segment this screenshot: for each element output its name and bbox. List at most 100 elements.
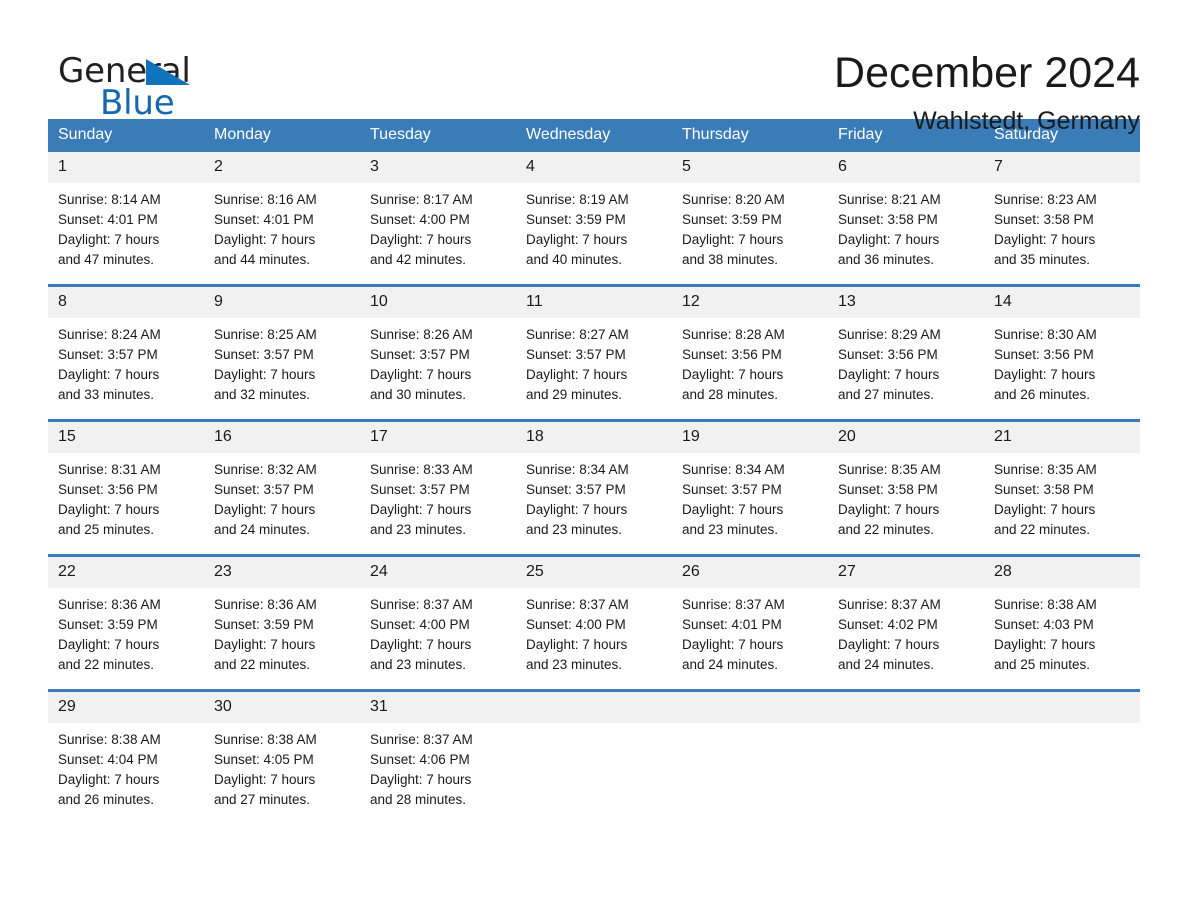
sunrise-text: Sunrise: 8:37 AM (526, 597, 629, 612)
calendar-day-cell[interactable]: 13 Sunrise: 8:29 AM Sunset: 3:56 PM Dayligh… (828, 284, 984, 421)
calendar-day-cell[interactable]: 28 Sunrise: 8:38 AM Sunset: 4:03 PM Dayligh… (984, 554, 1140, 691)
calendar-day-cell[interactable]: 7 Sunrise: 8:23 AM Sunset: 3:58 PM Daylight… (984, 152, 1140, 286)
sunset-text: Sunset: 3:57 PM (682, 482, 782, 497)
calendar-day-cell[interactable]: 25 Sunrise: 8:37 AM Sunset: 4:00 PM Dayligh… (516, 554, 672, 691)
calendar-week-row: 8 Sunrise: 8:24 AM Sunset: 3:57 PM Daylight… (48, 284, 1140, 421)
calendar-day-cell[interactable]: 19 Sunrise: 8:34 AM Sunset: 3:57 PM Dayligh… (672, 419, 828, 556)
day-cell-content: 26 Sunrise: 8:37 AM Sunset: 4:01 PM Dayligh… (672, 557, 828, 689)
sunrise-text: Sunrise: 8:30 AM (994, 327, 1097, 342)
calendar-day-cell[interactable]: 21 Sunrise: 8:35 AM Sunset: 3:58 PM Dayligh… (984, 419, 1140, 556)
day-number: 19 (672, 422, 828, 453)
day-number: 17 (360, 422, 516, 453)
daylight-text-line2: and 23 minutes. (682, 522, 779, 537)
sunrise-text: Sunrise: 8:36 AM (58, 597, 161, 612)
calendar-day-cell[interactable]: 8 Sunrise: 8:24 AM Sunset: 3:57 PM Daylight… (48, 284, 204, 421)
weekday-header-tuesday: Tuesday (360, 119, 516, 152)
day-cell-content: 18 Sunrise: 8:34 AM Sunset: 3:57 PM Dayligh… (516, 422, 672, 554)
day-cell-content (672, 692, 828, 824)
daylight-text-line2: and 44 minutes. (214, 252, 311, 267)
daylight-text-line1: Daylight: 7 hours (214, 637, 316, 652)
sunset-text: Sunset: 4:04 PM (58, 752, 158, 767)
general-blue-logo: General Blue (48, 46, 208, 124)
calendar-body: 1 Sunrise: 8:14 AM Sunset: 4:01 PM Daylight… (48, 152, 1140, 824)
calendar-day-cell[interactable]: 14 Sunrise: 8:30 AM Sunset: 3:56 PM Dayligh… (984, 284, 1140, 421)
daylight-text-line1: Daylight: 7 hours (682, 637, 784, 652)
calendar-day-cell[interactable]: 11 Sunrise: 8:27 AM Sunset: 3:57 PM Dayligh… (516, 284, 672, 421)
sunset-text: Sunset: 3:58 PM (994, 482, 1094, 497)
day-number: 4 (516, 152, 672, 183)
calendar-day-cell[interactable]: 4 Sunrise: 8:19 AM Sunset: 3:59 PM Daylight… (516, 152, 672, 286)
day-number: 3 (360, 152, 516, 183)
day-cell-content: 8 Sunrise: 8:24 AM Sunset: 3:57 PM Daylight… (48, 287, 204, 419)
daylight-text-line1: Daylight: 7 hours (682, 367, 784, 382)
calendar-day-cell[interactable]: 29 Sunrise: 8:38 AM Sunset: 4:04 PM Dayligh… (48, 689, 204, 824)
calendar-day-cell[interactable]: 20 Sunrise: 8:35 AM Sunset: 3:58 PM Dayligh… (828, 419, 984, 556)
weekday-header-thursday: Thursday (672, 119, 828, 152)
daylight-text-line2: and 28 minutes. (370, 792, 467, 807)
calendar-day-cell[interactable]: 22 Sunrise: 8:36 AM Sunset: 3:59 PM Dayligh… (48, 554, 204, 691)
day-number: 26 (672, 557, 828, 588)
daylight-text-line2: and 22 minutes. (994, 522, 1091, 537)
calendar-day-cell[interactable]: 9 Sunrise: 8:25 AM Sunset: 3:57 PM Daylight… (204, 284, 360, 421)
calendar-day-cell[interactable]: 1 Sunrise: 8:14 AM Sunset: 4:01 PM Daylight… (48, 152, 204, 286)
sunrise-text: Sunrise: 8:34 AM (526, 462, 629, 477)
sunrise-text: Sunrise: 8:38 AM (58, 732, 161, 747)
calendar-day-cell[interactable]: 31 Sunrise: 8:37 AM Sunset: 4:06 PM Dayligh… (360, 689, 516, 824)
calendar-week-row: 22 Sunrise: 8:36 AM Sunset: 3:59 PM Dayligh… (48, 554, 1140, 691)
calendar-day-cell[interactable]: 6 Sunrise: 8:21 AM Sunset: 3:58 PM Daylight… (828, 152, 984, 286)
daylight-text-line2: and 40 minutes. (526, 252, 623, 267)
daylight-text-line1: Daylight: 7 hours (370, 637, 472, 652)
day-cell-content: 23 Sunrise: 8:36 AM Sunset: 3:59 PM Dayligh… (204, 557, 360, 689)
day-sun-info: Sunrise: 8:30 AM Sunset: 3:56 PM Daylight:… (984, 318, 1140, 405)
day-sun-info: Sunrise: 8:28 AM Sunset: 3:56 PM Daylight:… (672, 318, 828, 405)
day-number (828, 692, 984, 723)
day-number: 2 (204, 152, 360, 183)
calendar-day-cell[interactable]: 30 Sunrise: 8:38 AM Sunset: 4:05 PM Dayligh… (204, 689, 360, 824)
day-sun-info: Sunrise: 8:27 AM Sunset: 3:57 PM Daylight:… (516, 318, 672, 405)
calendar-day-cell[interactable]: 5 Sunrise: 8:20 AM Sunset: 3:59 PM Daylight… (672, 152, 828, 286)
calendar-day-cell[interactable]: 18 Sunrise: 8:34 AM Sunset: 3:57 PM Dayligh… (516, 419, 672, 556)
calendar-day-cell[interactable]: 27 Sunrise: 8:37 AM Sunset: 4:02 PM Dayligh… (828, 554, 984, 691)
sunrise-text: Sunrise: 8:33 AM (370, 462, 473, 477)
calendar-day-cell[interactable]: 3 Sunrise: 8:17 AM Sunset: 4:00 PM Daylight… (360, 152, 516, 286)
daylight-text-line1: Daylight: 7 hours (526, 367, 628, 382)
daylight-text-line1: Daylight: 7 hours (370, 367, 472, 382)
calendar-day-cell[interactable]: 16 Sunrise: 8:32 AM Sunset: 3:57 PM Dayligh… (204, 419, 360, 556)
daylight-text-line1: Daylight: 7 hours (994, 367, 1096, 382)
day-sun-info: Sunrise: 8:37 AM Sunset: 4:00 PM Daylight:… (516, 588, 672, 675)
day-sun-info: Sunrise: 8:26 AM Sunset: 3:57 PM Daylight:… (360, 318, 516, 405)
calendar-day-cell[interactable]: 10 Sunrise: 8:26 AM Sunset: 3:57 PM Dayligh… (360, 284, 516, 421)
day-sun-info: Sunrise: 8:38 AM Sunset: 4:04 PM Daylight:… (48, 723, 204, 810)
day-cell-content: 22 Sunrise: 8:36 AM Sunset: 3:59 PM Dayligh… (48, 557, 204, 689)
calendar-day-cell[interactable]: 26 Sunrise: 8:37 AM Sunset: 4:01 PM Dayligh… (672, 554, 828, 691)
sunrise-text: Sunrise: 8:27 AM (526, 327, 629, 342)
daylight-text-line1: Daylight: 7 hours (526, 502, 628, 517)
calendar-page: General Blue December 2024 Wahlstedt, Ge… (0, 0, 1188, 918)
calendar-day-cell[interactable]: 17 Sunrise: 8:33 AM Sunset: 3:57 PM Dayligh… (360, 419, 516, 556)
daylight-text-line1: Daylight: 7 hours (370, 502, 472, 517)
day-number: 24 (360, 557, 516, 588)
sunset-text: Sunset: 3:58 PM (838, 212, 938, 227)
calendar-day-cell[interactable]: 23 Sunrise: 8:36 AM Sunset: 3:59 PM Dayligh… (204, 554, 360, 691)
calendar-day-cell[interactable]: 24 Sunrise: 8:37 AM Sunset: 4:00 PM Dayligh… (360, 554, 516, 691)
sunrise-text: Sunrise: 8:35 AM (994, 462, 1097, 477)
day-number: 23 (204, 557, 360, 588)
day-cell-content: 14 Sunrise: 8:30 AM Sunset: 3:56 PM Dayligh… (984, 287, 1140, 419)
sunrise-text: Sunrise: 8:36 AM (214, 597, 317, 612)
day-number (672, 692, 828, 723)
calendar-day-cell[interactable]: 12 Sunrise: 8:28 AM Sunset: 3:56 PM Dayligh… (672, 284, 828, 421)
day-cell-content: 25 Sunrise: 8:37 AM Sunset: 4:00 PM Dayligh… (516, 557, 672, 689)
sunset-text: Sunset: 3:59 PM (58, 617, 158, 632)
daylight-text-line2: and 27 minutes. (214, 792, 311, 807)
day-cell-content: 24 Sunrise: 8:37 AM Sunset: 4:00 PM Dayligh… (360, 557, 516, 689)
sunset-text: Sunset: 4:01 PM (682, 617, 782, 632)
calendar-day-cell[interactable]: 2 Sunrise: 8:16 AM Sunset: 4:01 PM Daylight… (204, 152, 360, 286)
day-sun-info: Sunrise: 8:34 AM Sunset: 3:57 PM Daylight:… (516, 453, 672, 540)
sunset-text: Sunset: 3:59 PM (214, 617, 314, 632)
day-number: 7 (984, 152, 1140, 183)
day-cell-content: 13 Sunrise: 8:29 AM Sunset: 3:56 PM Dayligh… (828, 287, 984, 419)
daylight-text-line2: and 24 minutes. (682, 657, 779, 672)
daylight-text-line2: and 28 minutes. (682, 387, 779, 402)
calendar-day-cell[interactable]: 15 Sunrise: 8:31 AM Sunset: 3:56 PM Dayligh… (48, 419, 204, 556)
day-sun-info: Sunrise: 8:34 AM Sunset: 3:57 PM Daylight:… (672, 453, 828, 540)
